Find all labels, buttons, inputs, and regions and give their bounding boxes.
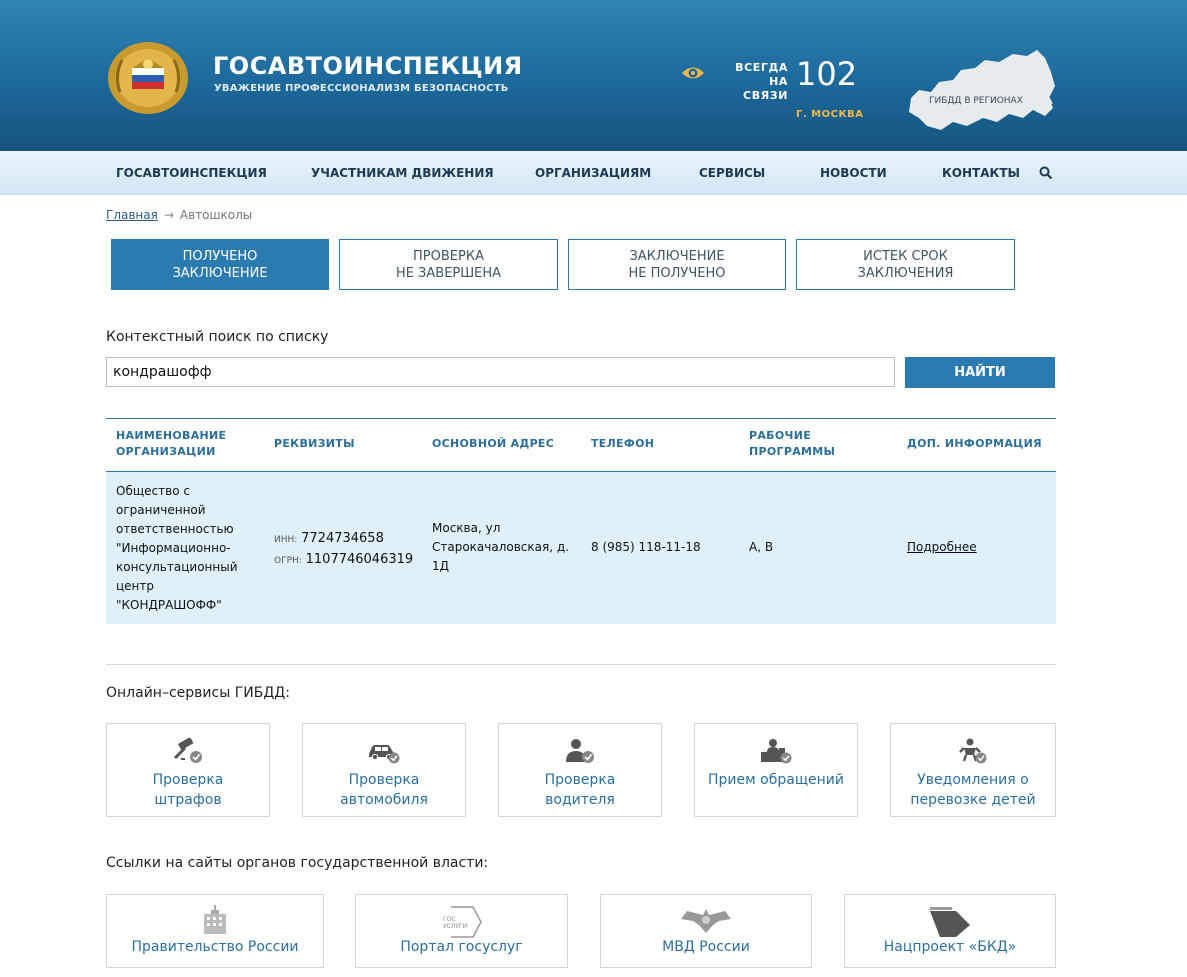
organization-requisites: ИНН: 7724734658 ОГРН: 1107746046319 (274, 531, 414, 567)
breadcrumb: Главная → Автошколы (106, 208, 252, 222)
site-header: ГОСАВТОИНСПЕКЦИЯ УВАЖЕНИЕ ПРОФЕССИОНАЛИЗ… (0, 0, 1187, 151)
organization-phone: 8 (985) 118-11-18 (591, 540, 701, 554)
column-header-extra-info[interactable]: ДОП. ИНФОРМАЦИЯ (907, 436, 1042, 452)
tab-conclusion-expired[interactable]: Истек срок заключения (796, 239, 1015, 290)
column-header-requisites[interactable]: РЕКВИЗИТЫ (274, 436, 355, 452)
section-divider (106, 664, 1056, 665)
nav-item-gosavtoinspekciya[interactable]: ГОСАВТОИНСПЕКЦИЯ (116, 166, 267, 180)
search-label: Контекстный поиск по списку (106, 329, 329, 345)
gosuslugi-logo: ГОС УСЛУГИ (443, 906, 482, 938)
gov-link-label: Правительство России (131, 939, 299, 955)
gov-link-bkd[interactable]: Нацпроект «БКД» (844, 894, 1056, 968)
table-top-border (106, 418, 1056, 419)
service-card-label: Проверка автомобиля (340, 772, 428, 808)
nav-item-participants[interactable]: УЧАСТНИКАМ ДВИЖЕНИЯ (311, 166, 494, 180)
brand-title[interactable]: ГОСАВТОИНСПЕКЦИЯ (213, 52, 523, 80)
gov-link-label: МВД России (662, 939, 750, 955)
desk-icon (761, 739, 792, 764)
gov-links-title: Ссылки на сайты органов государственной … (106, 855, 489, 871)
hotline-number[interactable]: 102 (796, 55, 857, 93)
search-input[interactable] (106, 357, 895, 387)
driver-icon (566, 739, 594, 763)
breadcrumb-arrow: → (163, 208, 174, 222)
tab-conclusion-not-received[interactable]: Заключение не получено (568, 239, 786, 290)
nav-item-news[interactable]: НОВОСТИ (820, 166, 887, 180)
child-icon (959, 738, 987, 764)
tab-conclusion-received[interactable]: Получено заключение (111, 239, 329, 290)
service-card-label: Проверка водителя (544, 772, 616, 808)
breadcrumb-home-link[interactable]: Главная (106, 208, 158, 222)
service-card-vehicle[interactable]: Проверка автомобиля (302, 723, 466, 817)
regions-label[interactable]: ГИБДД В РЕГИОНАХ (929, 96, 1023, 106)
russia-map-icon[interactable] (905, 46, 1057, 134)
gov-link-gosuslugi[interactable]: ГОС УСЛУГИ Портал госуслуг (355, 894, 568, 968)
nav-item-services[interactable]: СЕРВИСЫ (699, 166, 765, 180)
services-title: Онлайн–сервисы ГИБДД: (106, 685, 290, 701)
service-card-label: Проверка штрафов (152, 772, 224, 808)
gov-link-label: Нацпроект «БКД» (883, 939, 1017, 955)
column-header-programs[interactable]: РАБОЧИЕ ПРОГРАММЫ (749, 428, 835, 460)
gov-link-government[interactable]: Правительство России (106, 894, 324, 968)
column-header-phone[interactable]: ТЕЛЕФОН (591, 436, 654, 452)
gov-link-mvd[interactable]: МВД России (600, 894, 812, 968)
organization-programs: А, В (749, 540, 774, 554)
bkd-logo (930, 907, 970, 937)
service-card-fines[interactable]: Проверка штрафов (106, 723, 270, 817)
svg-text:УСЛУГИ: УСЛУГИ (443, 923, 467, 930)
eye-icon[interactable] (681, 64, 705, 82)
city-label[interactable]: Г. МОСКВА (796, 109, 863, 120)
nav-item-organizations[interactable]: ОРГАНИЗАЦИЯМ (535, 166, 651, 180)
brand-subtitle: УВАЖЕНИЕ ПРОФЕССИОНАЛИЗМ БЕЗОПАСНОСТЬ (214, 83, 509, 94)
details-link[interactable]: Подробнее (907, 538, 977, 557)
service-card-appeals[interactable]: Прием обращений (694, 723, 858, 817)
tab-check-not-finished[interactable]: Проверка не завершена (339, 239, 558, 290)
organization-name: Общество с ограниченной ответственностью… (116, 484, 238, 612)
service-card-label: Уведомления о перевозке детей (910, 772, 1036, 808)
find-button[interactable]: НАЙТИ (905, 357, 1055, 388)
mvd-eagle-icon (681, 909, 731, 933)
gibdd-emblem-icon[interactable] (106, 40, 190, 116)
service-card-label: Прием обращений (708, 772, 844, 788)
always-connected-label: ВСЕГДА НА СВЯЗИ (735, 61, 788, 102)
search-icon[interactable] (1039, 166, 1053, 180)
government-building-icon (204, 905, 226, 934)
service-card-driver[interactable]: Проверка водителя (498, 723, 662, 817)
service-card-child-transport[interactable]: Уведомления о перевозке детей (890, 723, 1056, 817)
gov-link-label: Портал госуслуг (400, 939, 523, 955)
breadcrumb-current: Автошколы (179, 208, 253, 222)
svg-text:ГОС: ГОС (443, 916, 456, 923)
car-icon (369, 745, 400, 764)
column-header-address[interactable]: ОСНОВНОЙ АДРЕС (432, 436, 554, 452)
table-row: Общество с ограниченной ответственностью… (106, 472, 1056, 624)
gavel-icon (173, 738, 202, 763)
column-header-organization[interactable]: НАИМЕНОВАНИЕ ОРГАНИЗАЦИИ (116, 428, 226, 460)
nav-item-contacts[interactable]: КОНТАКТЫ (942, 166, 1020, 180)
organization-address: Москва, ул Старокачаловская, д. 1Д (432, 521, 569, 573)
